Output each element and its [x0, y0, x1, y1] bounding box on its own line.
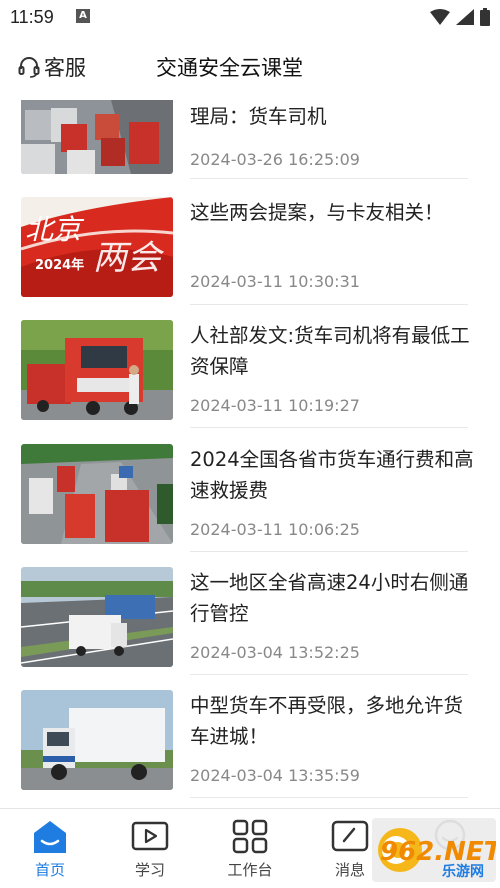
- customer-service-button[interactable]: 客服: [18, 52, 86, 82]
- news-title: 2024全国各省市货车通行费和高速救援费: [190, 448, 474, 502]
- status-bar: 11:59 A: [0, 0, 500, 34]
- watermark-site: 乐游网: [442, 863, 484, 880]
- headset-icon: [18, 57, 40, 78]
- tab-workbench-label: 工作台: [227, 861, 273, 879]
- site-watermark: 962.NET 乐游网: [372, 818, 500, 882]
- news-date: 2024-03-04 13:35:59: [190, 766, 360, 785]
- tab-home[interactable]: 首页: [0, 809, 100, 888]
- divider: [190, 304, 468, 305]
- divider: [190, 178, 468, 179]
- news-item[interactable]: 人社部发文:货车司机将有最低工资保障 2024-03-11 10:19:27: [0, 320, 500, 444]
- news-item[interactable]: 理局：货车司机 2024-03-26 16:25:09: [0, 100, 500, 198]
- news-date: 2024-03-26 16:25:09: [190, 150, 360, 169]
- news-thumbnail: [21, 100, 173, 174]
- news-item[interactable]: 北京 两会 2024年 这些两会提案，与卡友相关！ 2024-03-11 10:…: [0, 197, 500, 321]
- message-icon: [331, 820, 369, 852]
- divider: [190, 551, 468, 552]
- header: 客服 交通安全云课堂: [0, 40, 500, 92]
- thumb-text-year: 2024年: [35, 257, 84, 273]
- notification-icon: A: [76, 9, 90, 23]
- news-item[interactable]: 2024全国各省市货车通行费和高速救援费 2024-03-11 10:06:25: [0, 444, 500, 568]
- page-title: 交通安全云课堂: [156, 56, 303, 80]
- divider: [190, 674, 468, 675]
- status-time: 11:59: [10, 7, 54, 27]
- news-date: 2024-03-11 10:19:27: [190, 396, 360, 415]
- play-icon: [131, 821, 169, 851]
- wifi-icon: [430, 9, 450, 25]
- news-title: 人社部发文:货车司机将有最低工资保障: [190, 324, 470, 378]
- tab-home-label: 首页: [34, 861, 65, 879]
- news-thumbnail: [21, 444, 173, 544]
- news-date: 2024-03-11 10:06:25: [190, 520, 360, 539]
- thumb-text-beijing: 北京: [25, 213, 85, 246]
- news-date: 2024-03-11 10:30:31: [190, 272, 360, 291]
- news-date: 2024-03-04 13:52:25: [190, 643, 360, 662]
- tab-learn-label: 学习: [134, 861, 165, 879]
- customer-service-label: 客服: [44, 56, 86, 80]
- home-icon: [34, 821, 66, 853]
- news-title: 这一地区全省高速24小时右侧通行管控: [190, 571, 469, 625]
- news-title: 这些两会提案，与卡友相关！: [190, 201, 444, 224]
- news-item[interactable]: 中型货车不再受限，多地允许货车进城！ 2024-03-04 13:35:59: [0, 690, 500, 808]
- tab-workbench[interactable]: 工作台: [200, 809, 300, 888]
- tab-learn[interactable]: 学习: [100, 809, 200, 888]
- news-thumbnail: [21, 567, 173, 667]
- battery-icon: [480, 8, 490, 26]
- divider: [190, 797, 468, 798]
- news-item[interactable]: 这一地区全省高速24小时右侧通行管控 2024-03-04 13:52:25: [0, 567, 500, 691]
- news-title: 理局：货车司机: [190, 105, 327, 128]
- divider: [190, 427, 468, 428]
- news-thumbnail: [21, 690, 173, 790]
- grid-icon: [232, 819, 268, 854]
- news-thumbnail: [21, 320, 173, 420]
- news-thumbnail: 北京 两会 2024年: [21, 197, 173, 297]
- news-list: 理局：货车司机 2024-03-26 16:25:09 北京 两会 2024年 …: [0, 100, 500, 808]
- thumb-text-lianghui: 两会: [93, 238, 165, 278]
- news-title: 中型货车不再受限，多地允许货车进城！: [190, 694, 464, 748]
- watermark-brand: 962.NET: [380, 837, 496, 867]
- signal-icon: [456, 9, 474, 25]
- status-indicators: [430, 8, 490, 26]
